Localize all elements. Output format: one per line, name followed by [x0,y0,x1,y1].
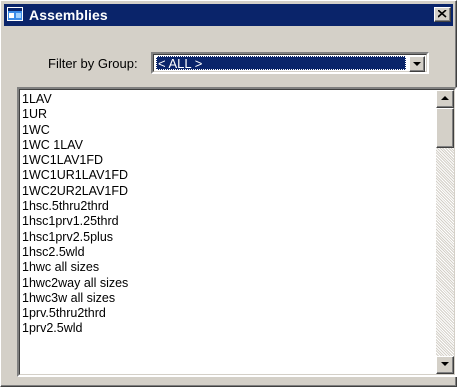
list-item[interactable]: 1WC1UR1LAV1FD [22,168,427,183]
window-title: Assemblies [29,7,108,23]
assemblies-list: 1LAV 1UR 1WC 1WC 1LAV 1WC1LAV1FD 1WC1UR1… [22,92,427,337]
list-item[interactable]: 1UR [22,107,427,122]
list-item[interactable]: 1hwc3w all sizes [22,291,427,306]
list-item[interactable]: 1WC2UR2LAV1FD [22,184,427,199]
list-item[interactable]: 1WC 1LAV [22,138,427,153]
list-item[interactable]: 1prv.5thru2thrd [22,306,427,321]
filter-by-group-label: Filter by Group: [48,56,138,71]
list-item[interactable]: 1WC1LAV1FD [22,153,427,168]
list-item[interactable]: 1hsc.5thru2thrd [22,199,427,214]
list-item[interactable]: 1WC [22,123,427,138]
scrollbar-thumb[interactable] [436,108,454,148]
group-filter-selected-value[interactable]: < ALL > [156,56,406,71]
list-item[interactable]: 1hsc2.5wld [22,245,427,260]
close-button[interactable] [434,7,451,22]
list-item[interactable]: 1hwc2way all sizes [22,276,427,291]
close-icon [438,10,447,18]
title-bar[interactable]: Assemblies [4,4,453,26]
list-item[interactable]: 1hwc all sizes [22,260,427,275]
list-item[interactable]: 1hsc1prv2.5plus [22,230,427,245]
app-window-icon [7,7,23,21]
assemblies-listbox[interactable]: 1LAV 1UR 1WC 1WC 1LAV 1WC1LAV1FD 1WC1UR1… [17,87,457,377]
list-item[interactable]: 1hsc1prv1.25thrd [22,214,427,229]
dropdown-button[interactable] [409,56,425,72]
group-filter-dropdown[interactable]: < ALL > [151,52,429,74]
list-item[interactable]: 1LAV [22,92,427,107]
scroll-up-button[interactable] [436,90,454,108]
scroll-up-arrow-icon [441,96,449,100]
vertical-scrollbar[interactable] [436,90,454,374]
scroll-down-arrow-icon [441,362,449,366]
scroll-down-button[interactable] [436,356,454,374]
list-item[interactable]: 1prv2.5wld [22,321,427,336]
assemblies-window: Assemblies Filter by Group: < ALL > 1LAV… [0,0,457,387]
chevron-down-icon [413,62,421,66]
